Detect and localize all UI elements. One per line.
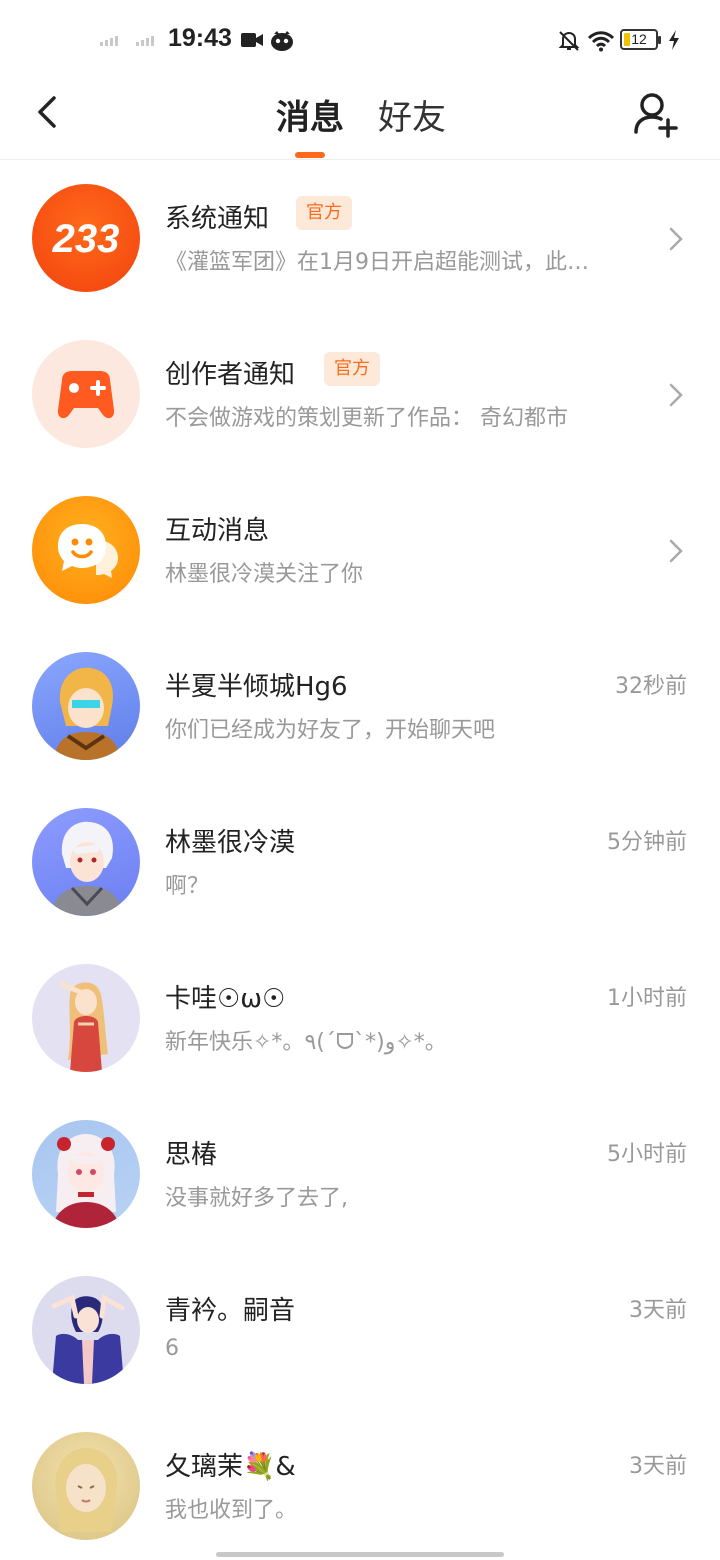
back-arrow-icon[interactable] bbox=[30, 94, 66, 130]
status-bar: 19:43 12 bbox=[0, 0, 720, 80]
list-item-creator-notice[interactable]: 创作者通知 官方 不会做游戏的策划更新了作品： 奇幻都市 bbox=[0, 316, 720, 472]
svg-text:233: 233 bbox=[52, 217, 120, 261]
contact-name: 林墨很冷漠 bbox=[165, 828, 296, 858]
message-preview: 你们已经成为好友了，开始聊天吧 bbox=[165, 718, 496, 743]
list-item-chat[interactable]: 夂璃茉💐& 3天前 我也收到了。 bbox=[0, 1408, 720, 1560]
message-time: 5分钟前 bbox=[607, 830, 687, 855]
anime-avatar bbox=[32, 1432, 140, 1540]
message-time: 3天前 bbox=[629, 1298, 687, 1323]
message-time: 3天前 bbox=[629, 1454, 687, 1479]
tab-messages[interactable]: 消息 bbox=[276, 90, 344, 139]
list-item-interaction[interactable]: 互动消息 林墨很冷漠关注了你 bbox=[0, 472, 720, 628]
video-camera-icon bbox=[241, 33, 263, 47]
message-list: 233 系统通知 官方 《灌篮军团》在1月9日开启超能测试，此… 创作者通知 官… bbox=[0, 160, 720, 1560]
chevron-right-icon bbox=[669, 383, 683, 407]
logo-233-icon: 233 bbox=[32, 184, 140, 292]
battery-icon: 12 bbox=[620, 29, 661, 50]
message-preview: 不会做游戏的策划更新了作品： 奇幻都市 bbox=[165, 406, 568, 431]
contact-name: 半夏半倾城Hg6 bbox=[165, 672, 348, 702]
list-item-chat[interactable]: 林墨很冷漠 5分钟前 啊？ bbox=[0, 784, 720, 940]
mute-bell-icon bbox=[558, 31, 580, 51]
add-friend-icon[interactable] bbox=[632, 90, 680, 138]
chevron-right-icon bbox=[669, 227, 683, 251]
chevron-right-icon bbox=[669, 539, 683, 563]
message-preview: 6 bbox=[165, 1336, 179, 1361]
contact-name: 思椿 bbox=[165, 1140, 218, 1170]
message-preview: 我也收到了。 bbox=[165, 1498, 298, 1523]
official-badge: 官方 bbox=[324, 352, 380, 386]
anime-avatar bbox=[32, 1276, 140, 1384]
anime-avatar bbox=[32, 652, 140, 760]
contact-name: 创作者通知 bbox=[165, 360, 296, 390]
contact-name: 系统通知 bbox=[165, 204, 270, 234]
anime-avatar bbox=[32, 964, 140, 1072]
message-preview: 新年快乐✧*。٩(ˊᗜˋ*)و✧*。 bbox=[165, 1030, 447, 1055]
message-preview: 林墨很冷漠关注了你 bbox=[165, 562, 364, 587]
list-item-system-notice[interactable]: 233 系统通知 官方 《灌篮军团》在1月9日开启超能测试，此… bbox=[0, 160, 720, 316]
contact-name: 互动消息 bbox=[165, 516, 270, 546]
message-preview: 啊？ bbox=[165, 874, 210, 899]
charging-bolt-icon bbox=[669, 30, 679, 50]
home-indicator[interactable] bbox=[216, 1552, 504, 1557]
status-time: 19:43 bbox=[168, 24, 232, 52]
gamepad-icon bbox=[32, 340, 140, 448]
contact-name: 卡哇☉ω☉ bbox=[165, 984, 286, 1014]
contact-name: 青衿。嗣音 bbox=[165, 1296, 296, 1326]
wifi-icon bbox=[587, 31, 615, 52]
message-time: 5小时前 bbox=[607, 1142, 687, 1167]
list-item-chat[interactable]: 青衿。嗣音 3天前 6 bbox=[0, 1252, 720, 1408]
list-item-chat[interactable]: 思椿 5小时前 没事就好多了去了, bbox=[0, 1096, 720, 1252]
contact-name: 夂璃茉💐& bbox=[165, 1452, 296, 1482]
message-preview: 《灌篮军团》在1月9日开启超能测试，此… bbox=[165, 250, 589, 275]
anime-avatar bbox=[32, 1120, 140, 1228]
tab-friends[interactable]: 好友 bbox=[378, 90, 446, 139]
active-tab-indicator bbox=[295, 152, 325, 158]
top-nav-bar: 消息 好友 bbox=[0, 80, 720, 160]
official-badge: 官方 bbox=[296, 196, 352, 230]
chat-bubble-icon bbox=[32, 496, 140, 604]
signal-strength-icon bbox=[100, 36, 118, 46]
list-item-chat[interactable]: 半夏半倾城Hg6 32秒前 你们已经成为好友了，开始聊天吧 bbox=[0, 628, 720, 784]
message-time: 32秒前 bbox=[615, 674, 687, 699]
anime-avatar bbox=[32, 808, 140, 916]
message-time: 1小时前 bbox=[607, 986, 687, 1011]
app-notification-icon bbox=[271, 31, 293, 51]
signal-strength-icon bbox=[136, 36, 154, 46]
message-preview: 没事就好多了去了, bbox=[165, 1186, 348, 1211]
list-item-chat[interactable]: 卡哇☉ω☉ 1小时前 新年快乐✧*。٩(ˊᗜˋ*)و✧*。 bbox=[0, 940, 720, 1096]
